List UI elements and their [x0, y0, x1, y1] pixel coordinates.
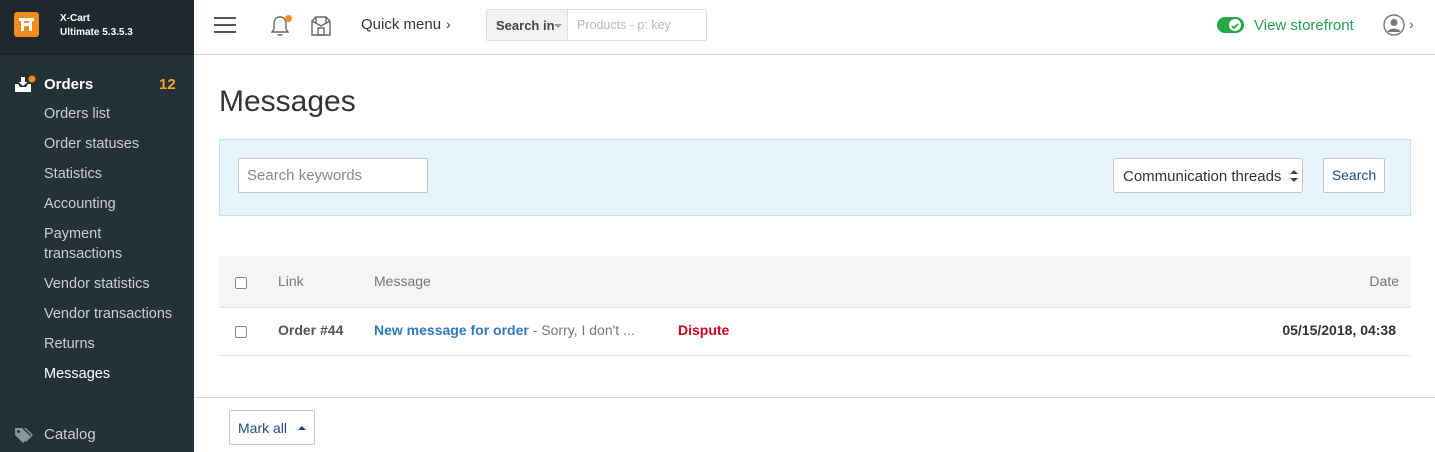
hamburger-icon[interactable]: [214, 15, 238, 35]
column-header-link: Link: [278, 273, 304, 289]
xcart-logo-icon[interactable]: [14, 12, 39, 37]
sidebar-item-returns[interactable]: Returns: [44, 334, 95, 354]
tags-icon: [14, 427, 34, 448]
search-button[interactable]: Search: [1323, 158, 1385, 193]
search-in-dropdown[interactable]: Search in: [487, 10, 568, 40]
brand-edition: Ultimate 5.3.5.3: [60, 27, 133, 38]
filter-panel: Communication threads Search: [219, 139, 1411, 216]
sidebar-item-payment-transactions[interactable]: Payment transactions: [44, 224, 154, 264]
table-row: Order #44 New message for order - Sorry,…: [219, 309, 1411, 356]
column-header-message: Message: [374, 273, 431, 289]
message-date: 05/15/2018, 04:38: [1282, 322, 1396, 338]
sidebar-header: X-Cart Ultimate 5.3.5.3: [0, 0, 194, 55]
sidebar-item-vendor-transactions[interactable]: Vendor transactions: [44, 304, 172, 324]
sidebar-section-orders[interactable]: Orders 12: [0, 74, 194, 96]
header-search-input[interactable]: [569, 10, 706, 40]
sidebar-orders-label: Orders: [44, 76, 94, 93]
view-storefront-link[interactable]: View storefront: [1254, 17, 1354, 34]
keywords-search-input[interactable]: [238, 158, 428, 193]
sidebar-item-messages[interactable]: Messages: [44, 364, 110, 384]
store-icon[interactable]: [310, 15, 332, 42]
topbar: Quick menu › Search in View storefront ›: [194, 0, 1435, 55]
message-cell: New message for order - Sorry, I don't .…: [374, 322, 635, 338]
select-arrows-icon: [1290, 169, 1298, 188]
notification-dot: [285, 15, 292, 22]
select-all-checkbox[interactable]: [235, 277, 247, 289]
caret-down-icon: [554, 24, 562, 28]
thread-type-select[interactable]: Communication threads: [1113, 158, 1303, 193]
message-preview: Sorry, I don't ...: [541, 322, 635, 338]
orders-count-badge: 12: [159, 76, 176, 93]
brand: X-Cart Ultimate 5.3.5.3: [60, 12, 133, 40]
storefront-toggle[interactable]: [1217, 17, 1244, 33]
footer-divider: [194, 397, 1435, 398]
sidebar-catalog-label: Catalog: [44, 426, 96, 443]
sidebar-item-statistics[interactable]: Statistics: [44, 164, 102, 184]
sidebar: X-Cart Ultimate 5.3.5.3 Orders 12 Orders…: [0, 0, 194, 452]
order-link[interactable]: Order #44: [278, 322, 343, 338]
mark-all-button[interactable]: Mark all: [229, 410, 315, 445]
sidebar-item-accounting[interactable]: Accounting: [44, 194, 116, 214]
thread-select-value: Communication threads: [1123, 168, 1282, 185]
header-search: Search in: [486, 9, 707, 41]
column-header-date[interactable]: Date: [1369, 273, 1399, 289]
row-checkbox[interactable]: [235, 326, 247, 338]
sidebar-item-vendor-statistics[interactable]: Vendor statistics: [44, 274, 150, 294]
mark-all-label: Mark all: [238, 420, 288, 436]
message-title-link[interactable]: New message for order: [374, 322, 529, 338]
caret-up-icon: [298, 426, 306, 430]
search-in-label: Search in: [496, 18, 555, 33]
dispute-badge: Dispute: [678, 322, 730, 338]
table-header: Link Message Date: [219, 256, 1411, 308]
sidebar-section-catalog[interactable]: Catalog: [0, 424, 194, 446]
message-separator: -: [528, 322, 542, 338]
user-avatar-icon[interactable]: [1383, 14, 1405, 36]
sidebar-item-orders-list[interactable]: Orders list: [44, 104, 110, 124]
toggle-knob: [1229, 19, 1241, 31]
chevron-right-icon[interactable]: ›: [1409, 16, 1414, 32]
page-title: Messages: [219, 85, 356, 118]
chevron-right-icon: ›: [446, 16, 451, 32]
quick-menu[interactable]: Quick menu: [361, 16, 441, 33]
orders-inbox-icon: [14, 75, 36, 93]
sidebar-item-order-statuses[interactable]: Order statuses: [44, 134, 139, 154]
brand-name: X-Cart: [60, 13, 91, 24]
